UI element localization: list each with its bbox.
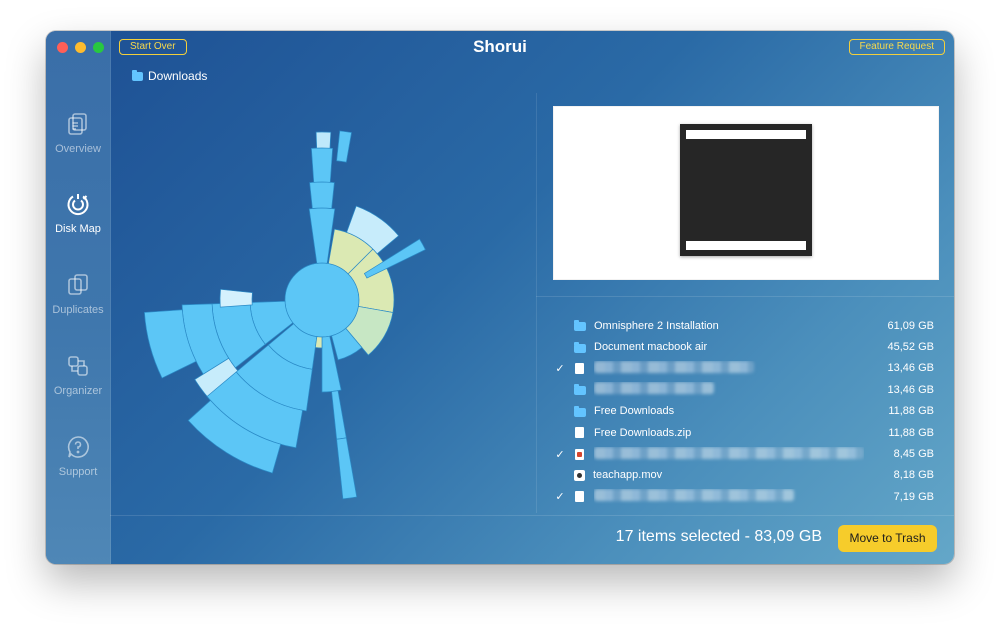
start-over-button[interactable]: Start Over (119, 39, 187, 55)
disk-map-center[interactable] (284, 262, 360, 338)
sidebar-item-label: Organizer (53, 385, 103, 397)
file-row[interactable]: ✓ 8,45 GB (554, 443, 934, 464)
file-row[interactable]: ✓ 13,46 GB (554, 358, 934, 379)
move-to-trash-button[interactable]: Move to Trash (838, 525, 937, 552)
divider (536, 93, 537, 513)
divider (110, 515, 954, 516)
file-row[interactable]: teachapp.mov 8,18 GB (554, 465, 934, 486)
file-name (594, 489, 864, 504)
redacted-name (594, 489, 794, 502)
breadcrumb-folder: Downloads (148, 69, 208, 83)
pdf-icon (575, 448, 584, 460)
folder-icon (574, 341, 586, 353)
file-name: teachapp.mov (593, 469, 663, 482)
folder-icon (574, 320, 586, 332)
divider (536, 296, 954, 297)
thumbnail-bar (686, 241, 806, 250)
sidebar-item-label: Overview (55, 143, 101, 155)
file-size: 13,46 GB (887, 362, 934, 375)
folder-icon (574, 384, 586, 396)
disk-map-segment[interactable] (309, 181, 335, 209)
redacted-name (594, 446, 864, 459)
app-window: Overview Disk Map Duplicates Organizer S… (46, 31, 954, 564)
file-name: Omnisphere 2 Installation (594, 319, 719, 332)
file-size: 8,45 GB (893, 448, 934, 461)
redacted-name (594, 382, 714, 395)
file-name: Free Downloads (594, 405, 675, 418)
checkbox[interactable]: ✓ (554, 362, 566, 375)
file-size: 11,88 GB (888, 405, 934, 418)
overview-icon (68, 113, 87, 135)
file-list: Omnisphere 2 Installation 61,09 GB Documen… (554, 315, 934, 508)
movie-icon (574, 469, 585, 481)
file-preview (553, 106, 939, 280)
checkbox[interactable]: ✓ (554, 490, 566, 503)
feature-request-button[interactable]: Feature Request (848, 39, 945, 55)
document-thumbnail (680, 124, 812, 256)
sidebar-item-support[interactable]: Support (46, 434, 110, 478)
file-name (594, 382, 864, 397)
duplicates-icon (68, 274, 88, 295)
breadcrumb[interactable]: Downloads (132, 69, 207, 83)
file-name (594, 360, 864, 376)
file-row[interactable]: Free Downloads.zip 11,88 GB (554, 422, 934, 443)
sidebar-item-label: Duplicates (52, 304, 104, 316)
file-row[interactable]: Omnisphere 2 Installation 61,09 GB (554, 315, 934, 336)
sidebar-item-disk-map[interactable]: Disk Map (46, 191, 110, 235)
disk-map-segment[interactable] (314, 336, 323, 349)
file-row[interactable]: Document macbook air 45,52 GB (554, 336, 934, 357)
disk-map-segment[interactable] (219, 288, 253, 308)
sidebar-item-label: Disk Map (55, 223, 101, 235)
disk-map-segment[interactable] (336, 130, 352, 163)
file-size: 7,19 GB (893, 490, 934, 503)
file-row[interactable]: ✓ 7,19 GB (554, 486, 934, 507)
file-row[interactable]: 13,46 GB (554, 379, 934, 400)
folder-icon (574, 405, 586, 417)
file-name (594, 446, 864, 462)
disk-map-icon (67, 194, 89, 216)
checkbox[interactable]: ✓ (554, 448, 566, 461)
file-size: 11,88 GB (888, 426, 934, 439)
file-size: 45,52 GB (887, 341, 934, 354)
selection-summary: 17 items selected - 83,09 GB (615, 528, 822, 545)
disk-map-segment[interactable] (331, 390, 347, 440)
file-size: 13,46 GB (887, 383, 934, 396)
file-name: Free Downloads.zip (594, 426, 692, 439)
thumbnail-bar (686, 130, 806, 139)
sidebar-item-overview[interactable]: Overview (46, 111, 110, 155)
file-name: Document macbook air (594, 341, 708, 354)
sidebar-item-duplicates[interactable]: Duplicates (46, 272, 110, 316)
sidebar-item-label: Support (58, 466, 98, 478)
support-icon (67, 436, 89, 458)
file-size: 8,18 GB (893, 469, 934, 482)
folder-icon (132, 69, 143, 81)
document-icon (575, 491, 584, 503)
redacted-name (594, 360, 754, 373)
disk-map-segment[interactable] (315, 131, 332, 149)
document-icon (575, 362, 584, 374)
organizer-icon (68, 356, 88, 376)
disk-map-segment[interactable] (336, 437, 358, 500)
file-row[interactable]: Free Downloads 11,88 GB (554, 401, 934, 422)
disk-map-chart[interactable] (110, 91, 450, 521)
zip-icon (575, 427, 584, 439)
disk-map-segment[interactable] (311, 147, 333, 183)
sidebar: Overview Disk Map Duplicates Organizer S… (46, 31, 111, 564)
sidebar-item-organizer[interactable]: Organizer (46, 353, 110, 397)
file-size: 61,09 GB (887, 319, 934, 332)
